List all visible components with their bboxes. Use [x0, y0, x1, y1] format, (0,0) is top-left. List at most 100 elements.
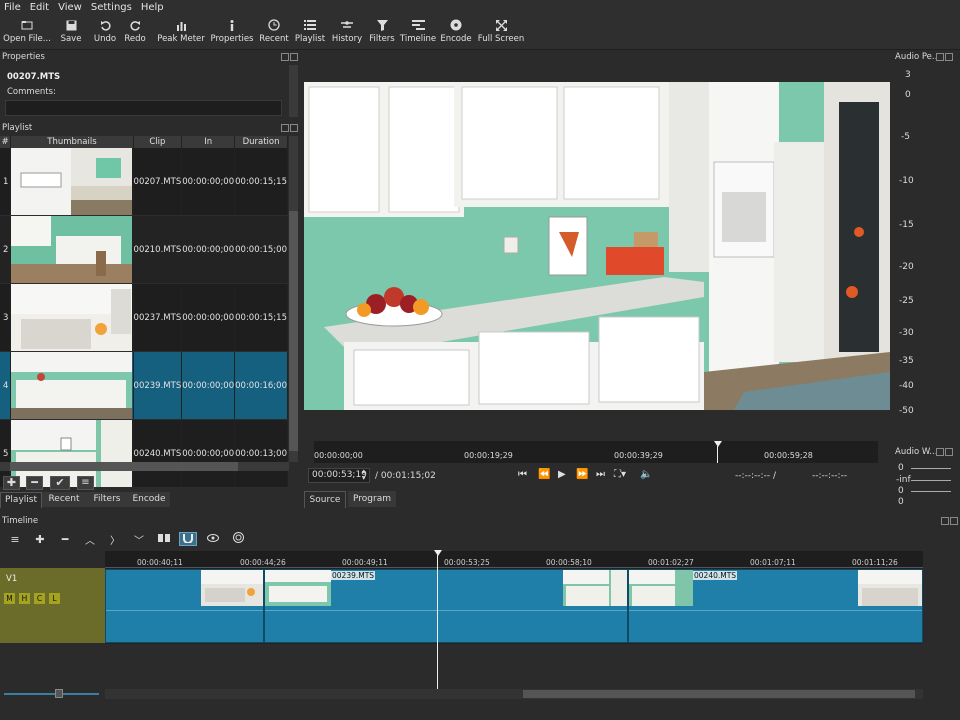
track-header-v1[interactable]: V1 M H C L [0, 568, 105, 643]
timeline-button[interactable]: Timeline [400, 16, 436, 48]
tab-playlist[interactable]: Playlist [0, 492, 42, 508]
position-field[interactable]: 00:00:53;19 [308, 468, 370, 483]
filters-button[interactable]: Filters [368, 16, 396, 48]
rewind-button[interactable]: ⏪ [538, 469, 550, 480]
table-row[interactable]: 2 00210.MTS 00:00:00;00 00:00:15;00 [0, 215, 288, 284]
skip-previous-icon: ⏮ [518, 469, 527, 480]
menu-settings[interactable]: Settings [91, 2, 132, 13]
col-duration[interactable]: Duration [234, 136, 288, 148]
table-row[interactable]: 5 00240.MTS 00:00:00;00 00:00:13;00 [0, 419, 288, 488]
append-button[interactable]: ✚ [33, 532, 47, 546]
skip-start-button[interactable]: ⏮ [518, 469, 527, 480]
drop-button[interactable]: ﹀ [132, 532, 146, 547]
timeline-tick: 00:00:49;11 [342, 558, 388, 567]
out-point: --:--:--:-- [812, 471, 848, 481]
main-toolbar: Open File... Save Undo Redo Peak Meter P… [0, 14, 960, 50]
lock-button[interactable]: L [49, 593, 60, 604]
full-screen-button[interactable]: Full Screen [478, 16, 524, 48]
lift-button[interactable]: ︿ [83, 532, 97, 547]
playlist-menu-button[interactable]: ≡ [77, 476, 94, 490]
save-button[interactable]: Save [58, 16, 84, 48]
table-row[interactable]: 4 00239.MTS 00:00:00;00 00:00:16;00 [0, 351, 288, 420]
table-row[interactable]: 1 00207.MTS 00:00:00;00 00:00:15;15 [0, 148, 288, 216]
clip-label: 00239.MTS [331, 571, 376, 580]
snap-button[interactable] [179, 532, 197, 546]
position-spinner[interactable]: ▴ ▾ [362, 468, 370, 483]
properties-dock-buttons[interactable] [281, 53, 298, 61]
tab-filters[interactable]: Filters [86, 492, 128, 507]
audio-waveform-dock-buttons[interactable] [936, 448, 953, 456]
update-button[interactable]: ✔ [50, 476, 70, 490]
table-row[interactable]: 3 00237.MTS 00:00:00;00 00:00:15;15 [0, 283, 288, 352]
timeline-ruler[interactable] [105, 551, 923, 568]
add-button[interactable]: ✚ [3, 476, 20, 490]
playlist-panel: Playlist # Thumbnails Clip In Duration 1… [0, 122, 300, 512]
timeline-scrollbar[interactable] [105, 689, 923, 699]
timeline-menu-button[interactable]: ≡ [8, 532, 22, 546]
timeline-dock-buttons[interactable] [941, 517, 958, 525]
zoom-slider-handle[interactable] [55, 689, 63, 698]
tab-program[interactable]: Program [348, 491, 396, 507]
player-playhead[interactable] [714, 441, 722, 447]
audio-peak-dock-buttons[interactable] [936, 53, 953, 61]
menu-file[interactable]: File [4, 2, 21, 13]
magnet-icon [183, 533, 193, 546]
timeline-clip[interactable] [105, 569, 264, 643]
history-button[interactable]: History [331, 16, 363, 48]
video-frame[interactable] [304, 82, 890, 410]
remove-clip-button[interactable]: ━ [58, 532, 72, 546]
redo-button[interactable]: Redo [123, 16, 147, 48]
col-thumbnails[interactable]: Thumbnails [10, 136, 134, 148]
tab-recent[interactable]: Recent [42, 492, 86, 507]
play-button[interactable]: ▶ [558, 469, 566, 480]
fast-forward-button[interactable]: ⏩ [576, 469, 588, 480]
overwrite-button[interactable]: 〉 [108, 532, 122, 547]
minus-icon: ━ [61, 532, 69, 546]
tab-source[interactable]: Source [304, 491, 346, 508]
tab-encode[interactable]: Encode [128, 492, 170, 507]
encode-button[interactable]: Encode [440, 16, 472, 48]
menu-view[interactable]: View [58, 2, 82, 13]
timeline-clip[interactable]: 00240.MTS [628, 569, 923, 643]
menu-edit[interactable]: Edit [30, 2, 49, 13]
skip-end-button[interactable]: ⏭ [596, 469, 605, 480]
mute-button[interactable]: M [4, 593, 15, 604]
split-button[interactable] [157, 532, 171, 546]
recent-button[interactable]: Recent [259, 16, 289, 48]
scrub-button[interactable] [206, 532, 220, 546]
properties-icon [229, 16, 235, 34]
comments-field[interactable] [5, 100, 282, 116]
col-in[interactable]: In [181, 136, 236, 148]
encode-icon [450, 16, 462, 34]
properties-title: Properties [0, 51, 300, 63]
playlist-scrollbar-vertical[interactable] [289, 136, 298, 462]
open-file-button[interactable]: Open File... [3, 16, 51, 48]
volume-button[interactable]: 🔈 [640, 469, 652, 480]
menu-help[interactable]: Help [141, 2, 164, 13]
track-name: V1 [6, 574, 18, 584]
playlist-button[interactable]: Playlist [295, 16, 325, 48]
player-ruler[interactable]: 00:00:00;00 00:00:19;29 00:00:39;29 00:0… [314, 441, 878, 463]
col-number[interactable]: # [0, 136, 12, 148]
chevron-down-icon: ﹀ [134, 535, 144, 547]
undo-button[interactable]: Undo [93, 16, 117, 48]
properties-scrollbar[interactable] [289, 65, 298, 117]
playlist-dock-buttons[interactable] [281, 124, 298, 132]
timeline-tick: 00:01:07;11 [750, 558, 796, 567]
properties-button[interactable]: Properties [210, 16, 254, 48]
timeline-playhead[interactable] [434, 550, 442, 556]
ripple-button[interactable] [231, 532, 245, 546]
timeline-clip[interactable]: 00239.MTS [264, 569, 628, 643]
peak-meter-button[interactable]: Peak Meter [157, 16, 205, 48]
playlist-scrollbar-horizontal[interactable] [0, 462, 289, 471]
col-clip[interactable]: Clip [133, 136, 183, 148]
composite-button[interactable]: C [34, 593, 45, 604]
playlist-title: Playlist [0, 122, 300, 134]
zoom-button[interactable]: ⛶▾ [614, 469, 626, 480]
properties-filename: 00207.MTS [7, 72, 61, 82]
remove-button[interactable]: ━ [26, 476, 43, 490]
zoom-slider[interactable] [4, 693, 99, 695]
timeline-title: Timeline [0, 515, 960, 527]
audio-waveform-title: Audio W... [893, 446, 938, 458]
hide-button[interactable]: H [19, 593, 30, 604]
